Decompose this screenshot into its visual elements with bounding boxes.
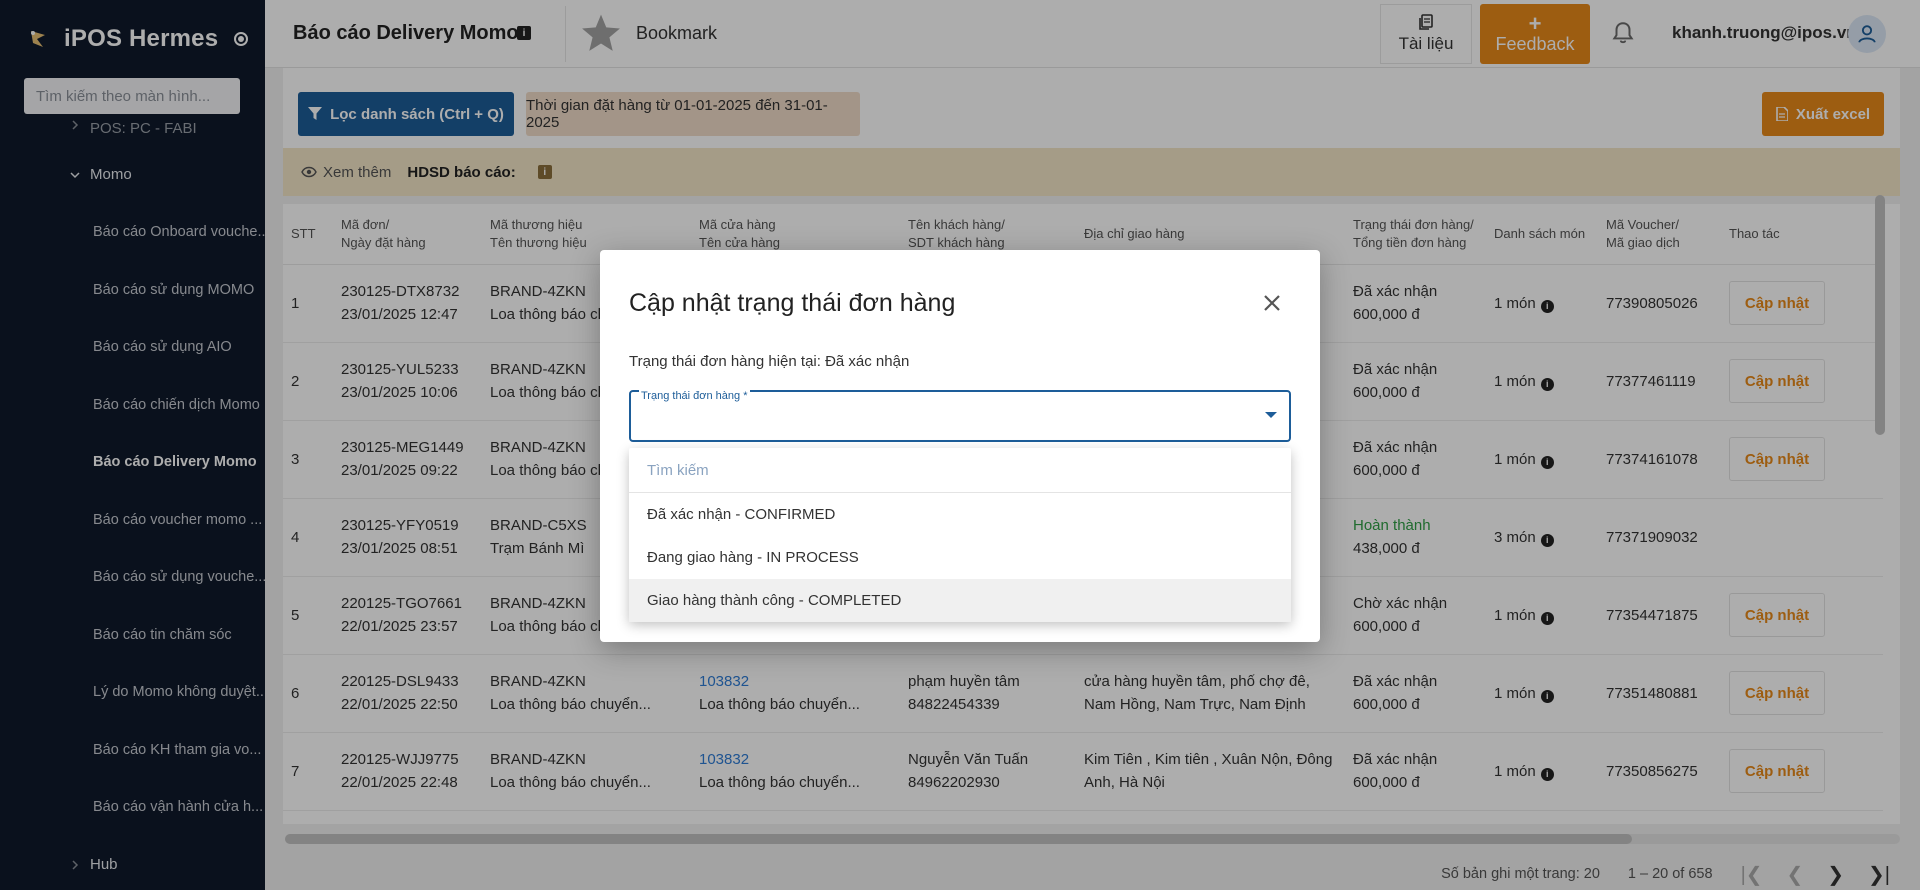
status-select-label: Trạng thái đơn hàng * [639, 390, 750, 402]
dropdown-search-input[interactable]: Tìm kiếm [629, 448, 1291, 493]
modal-title: Cập nhật trạng thái đơn hàng [629, 289, 956, 317]
current-status-text: Trạng thái đơn hàng hiện tại: Đã xác nhậ… [629, 353, 910, 370]
dropdown-option[interactable]: Giao hàng thành công - COMPLETED [629, 579, 1291, 622]
status-select[interactable]: Trạng thái đơn hàng * [629, 390, 1291, 442]
dropdown-option[interactable]: Đang giao hàng - IN PROCESS [629, 536, 1291, 579]
status-dropdown: Tìm kiếm Đã xác nhận - CONFIRMED Đang gia… [629, 448, 1291, 622]
close-icon[interactable] [1257, 288, 1287, 318]
dropdown-option[interactable]: Đã xác nhận - CONFIRMED [629, 493, 1291, 536]
chevron-down-icon[interactable] [1265, 412, 1277, 418]
dropdown-options: Đã xác nhận - CONFIRMED Đang giao hàng - … [629, 493, 1291, 622]
